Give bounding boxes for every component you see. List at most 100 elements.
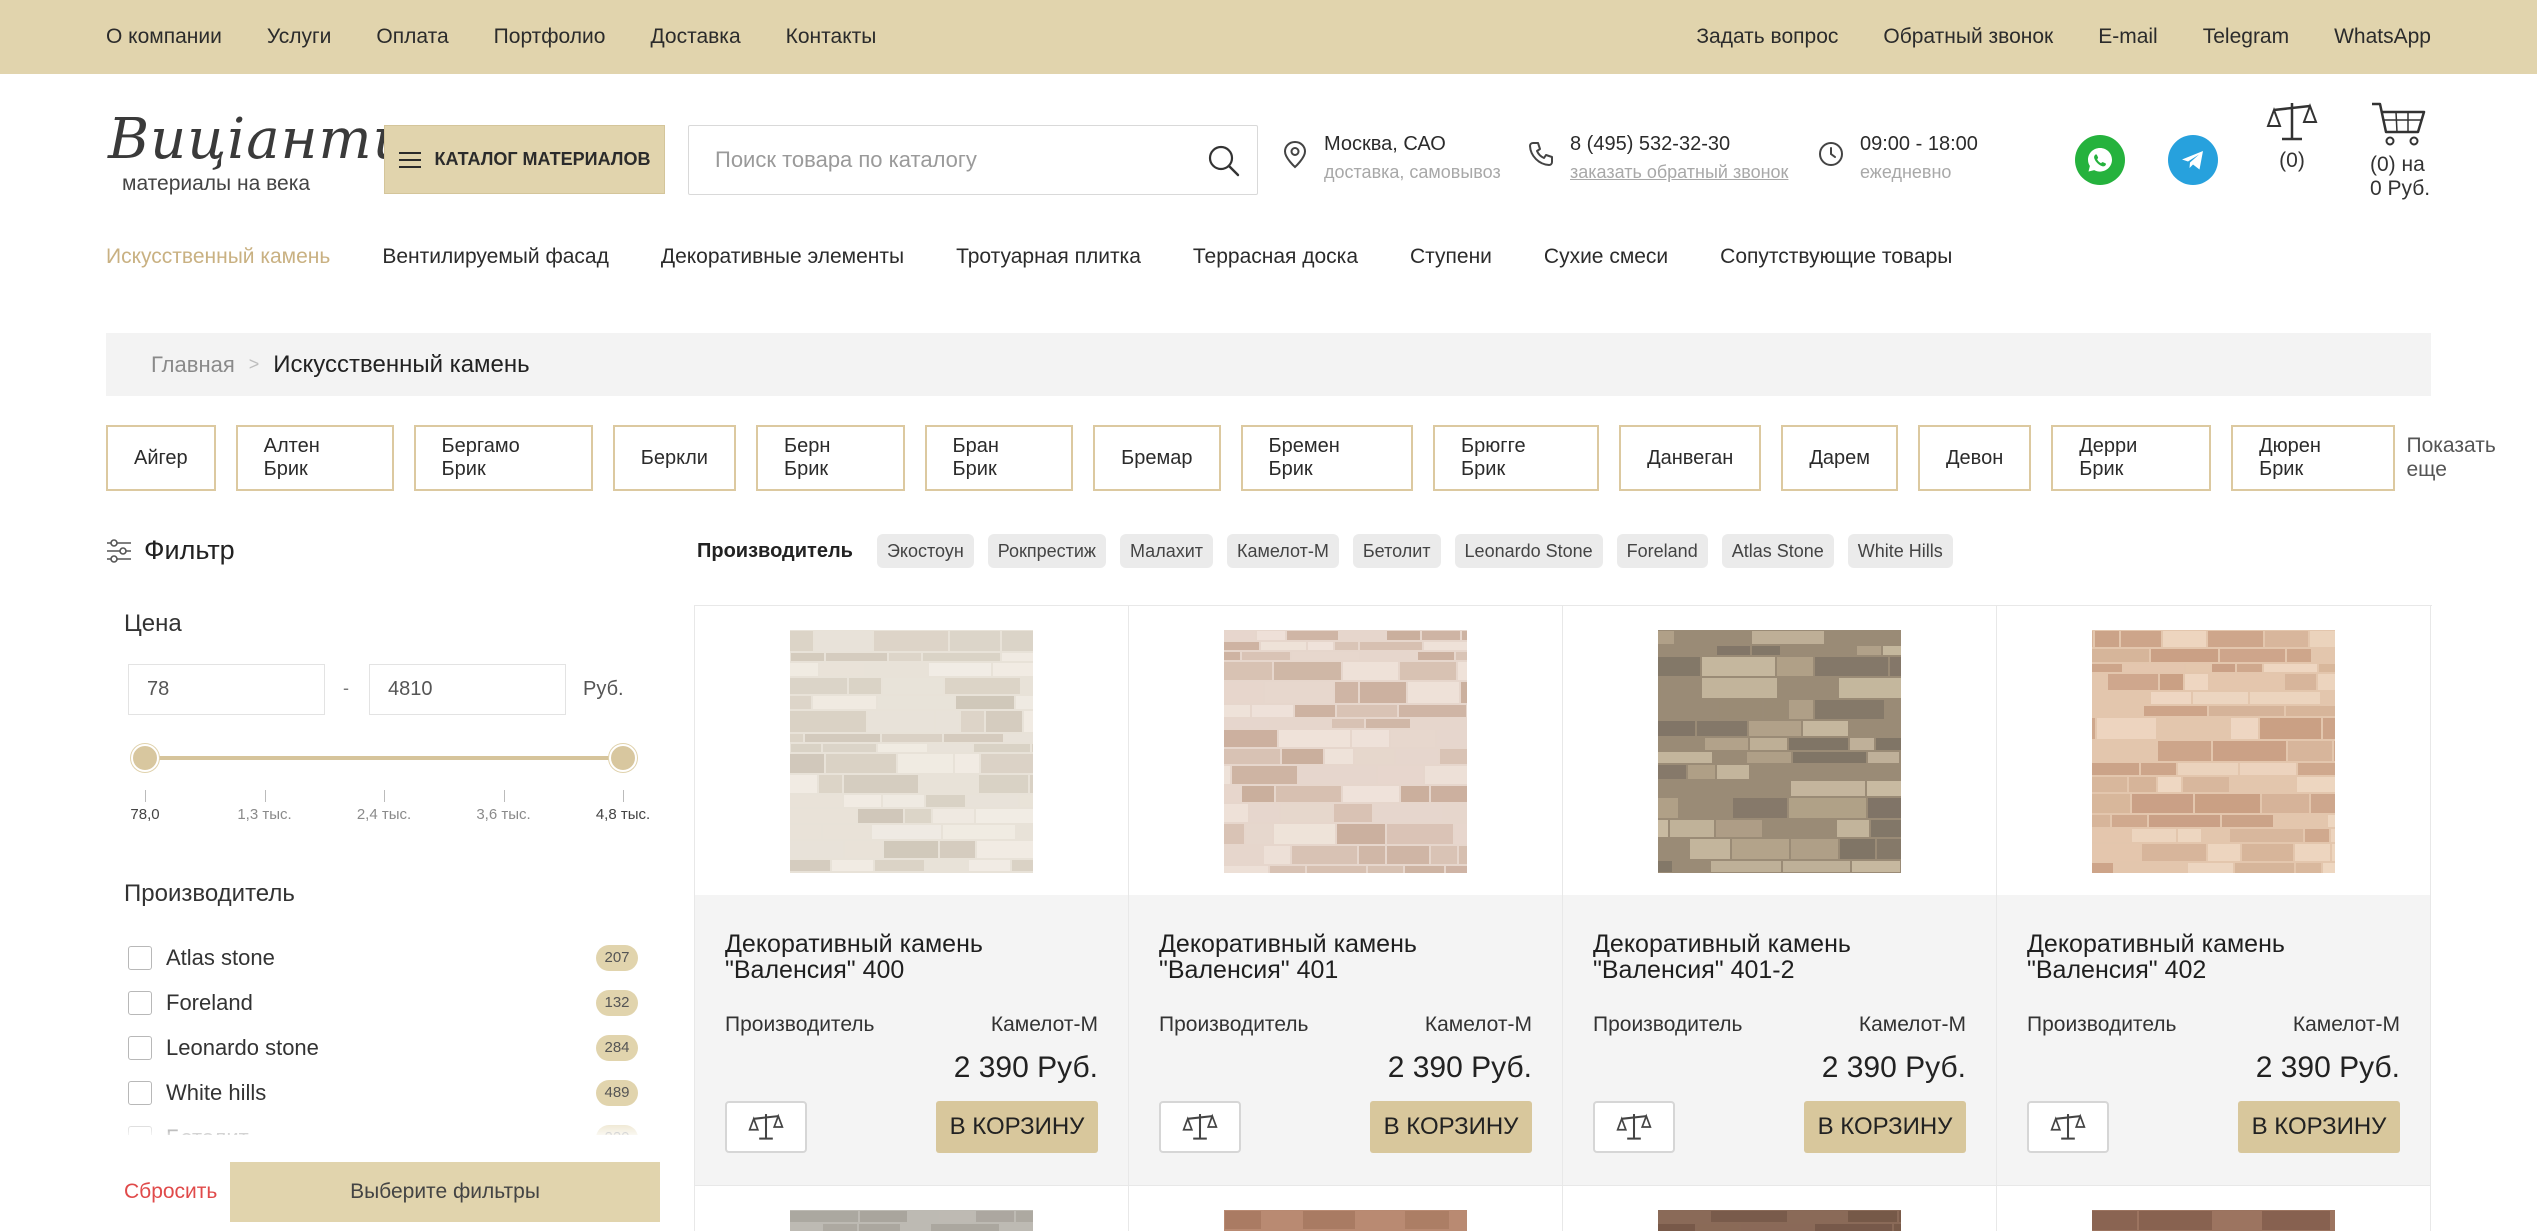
producer-pill[interactable]: Leonardo Stone <box>1454 534 1603 568</box>
catalog-button[interactable]: КАТАЛОГ МАТЕРИАЛОВ <box>384 125 665 194</box>
manufacturer-checkbox[interactable] <box>128 1035 152 1060</box>
producer-pill[interactable]: Малахит <box>1119 534 1214 568</box>
producer-pill[interactable]: Рокпрестиж <box>987 534 1106 568</box>
collection-chip[interactable]: Дюрен Брик <box>2231 425 2395 491</box>
top-link[interactable]: Портфолио <box>494 25 606 49</box>
collection-chip[interactable]: Данвеган <box>1619 425 1762 491</box>
producer-pill[interactable]: Foreland <box>1616 534 1708 568</box>
product-photo[interactable] <box>755 630 1103 886</box>
collection-chip[interactable]: Беркли <box>612 425 736 491</box>
manufacturer-option[interactable]: Leonardo stone 284 <box>128 1025 638 1070</box>
product-photo[interactable] <box>1621 1210 1973 1231</box>
top-link[interactable]: Telegram <box>2203 25 2289 49</box>
price-min-input[interactable] <box>128 664 325 715</box>
add-to-compare-button[interactable] <box>1593 1101 1675 1153</box>
top-link[interactable]: Оплата <box>376 25 448 49</box>
product-card[interactable]: Декоративный камень "Валенсия" 401-2 Прои… <box>1563 606 1997 1186</box>
collection-chip[interactable]: Берн Брик <box>755 425 905 491</box>
product-title[interactable]: Декоративный камень "Валенсия" 400 <box>725 931 1098 983</box>
product-photo[interactable] <box>1224 1210 1518 1231</box>
product-photo[interactable] <box>1187 630 1521 879</box>
collection-chip[interactable]: Брюгге Брик <box>1433 425 1600 491</box>
collection-chip[interactable]: Девон <box>1918 425 2032 491</box>
top-link[interactable]: E-mail <box>2098 25 2158 49</box>
top-link[interactable]: О компании <box>106 25 222 49</box>
product-image-area[interactable] <box>1129 606 1562 895</box>
manufacturer-option[interactable]: Atlas stone 207 <box>128 935 638 980</box>
phone-number[interactable]: 8 (495) 532-32-30 <box>1570 133 1788 156</box>
cart-widget[interactable]: (0) на 0 Руб. <box>2370 100 2440 201</box>
breadcrumb-home[interactable]: Главная <box>151 352 235 378</box>
top-link[interactable]: Контакты <box>786 25 877 49</box>
manufacturer-option[interactable]: White hills 489 <box>128 1070 638 1115</box>
producer-pill[interactable]: Бетолит <box>1352 534 1441 568</box>
collection-chip[interactable]: Бергамо Брик <box>413 425 593 491</box>
category-nav-item[interactable]: Ступени <box>1410 245 1492 269</box>
show-more-link[interactable]: Показать еще <box>2407 434 2537 482</box>
product-photo[interactable] <box>1624 630 1967 873</box>
manufacturer-checkbox[interactable] <box>128 1080 152 1105</box>
category-nav-item[interactable]: Вентилируемый фасад <box>382 245 609 269</box>
collection-chip[interactable]: Алтен Брик <box>235 425 394 491</box>
compare-widget[interactable]: (0) <box>2262 100 2322 173</box>
product-photo[interactable] <box>2064 1210 2386 1231</box>
add-to-compare-button[interactable] <box>2027 1101 2109 1153</box>
category-nav-item[interactable]: Террасная доска <box>1193 245 1358 269</box>
telegram-button[interactable] <box>2168 135 2218 185</box>
price-slider-track[interactable] <box>145 756 623 760</box>
top-link[interactable]: WhatsApp <box>2334 25 2431 49</box>
callback-link[interactable]: заказать обратный звонок <box>1570 162 1788 183</box>
product-image-area[interactable] <box>1997 606 2430 895</box>
manufacturer-option[interactable]: Foreland 132 <box>128 980 638 1025</box>
product-photo[interactable] <box>2054 630 2399 876</box>
category-nav-item[interactable]: Сопутствующие товары <box>1720 245 1952 269</box>
top-link[interactable]: Задать вопрос <box>1696 25 1838 49</box>
price-max-input[interactable] <box>369 664 566 715</box>
reset-filters-link[interactable]: Сбросить <box>124 1180 217 1204</box>
producer-pill[interactable]: Экостоун <box>876 534 974 568</box>
product-card[interactable]: Декоративный камень "Валенсия" 402 Произв… <box>1997 606 2431 1186</box>
search-icon[interactable] <box>1207 144 1241 178</box>
producer-pill[interactable]: White Hills <box>1847 534 1953 568</box>
category-nav-item[interactable]: Тротуарная плитка <box>956 245 1141 269</box>
category-nav-item[interactable]: Искусственный камень <box>106 245 330 269</box>
price-slider-max-handle[interactable] <box>609 744 637 772</box>
collection-chip[interactable]: Дарем <box>1781 425 1898 491</box>
category-nav-item[interactable]: Сухие смеси <box>1544 245 1668 269</box>
producer-pill[interactable]: Atlas Stone <box>1721 534 1834 568</box>
add-to-cart-button[interactable]: В КОРЗИНУ <box>936 1101 1098 1153</box>
price-slider-min-handle[interactable] <box>131 744 159 772</box>
producer-pill[interactable]: Камелот-М <box>1227 534 1339 568</box>
manufacturer-checkbox[interactable] <box>128 945 152 970</box>
collection-chip[interactable]: Бремар <box>1093 425 1221 491</box>
product-title[interactable]: Декоративный камень "Валенсия" 401 <box>1159 931 1532 983</box>
product-card[interactable] <box>1997 1186 2431 1231</box>
collection-chip[interactable]: Айгер <box>106 425 216 491</box>
product-card[interactable]: Декоративный камень "Валенсия" 400 Произв… <box>695 606 1129 1186</box>
product-card[interactable] <box>1563 1186 1997 1231</box>
manufacturer-checkbox[interactable] <box>128 990 152 1015</box>
logo[interactable]: Виціанти материалы на века <box>108 110 409 196</box>
top-link[interactable]: Доставка <box>650 25 740 49</box>
product-card[interactable] <box>695 1186 1129 1231</box>
product-image-area[interactable] <box>695 606 1128 895</box>
add-to-compare-button[interactable] <box>725 1101 807 1153</box>
collection-chip[interactable]: Дерри Брик <box>2051 425 2212 491</box>
add-to-cart-button[interactable]: В КОРЗИНУ <box>1804 1101 1966 1153</box>
product-title[interactable]: Декоративный камень "Валенсия" 402 <box>2027 931 2400 983</box>
product-photo[interactable] <box>783 1210 1075 1231</box>
top-link[interactable]: Услуги <box>267 25 332 49</box>
whatsapp-button[interactable] <box>2075 135 2125 185</box>
search-input[interactable] <box>689 126 1189 194</box>
add-to-compare-button[interactable] <box>1159 1101 1241 1153</box>
add-to-cart-button[interactable]: В КОРЗИНУ <box>1370 1101 1532 1153</box>
collection-chip[interactable]: Бран Брик <box>924 425 1074 491</box>
product-image-area[interactable] <box>1563 606 1996 895</box>
add-to-cart-button[interactable]: В КОРЗИНУ <box>2238 1101 2400 1153</box>
product-title[interactable]: Декоративный камень "Валенсия" 401-2 <box>1593 931 1966 983</box>
category-nav-item[interactable]: Декоративные элементы <box>661 245 904 269</box>
product-card[interactable] <box>1129 1186 1563 1231</box>
apply-filters-button[interactable]: Выберите фильтры <box>230 1162 660 1222</box>
product-card[interactable]: Декоративный камень "Валенсия" 401 Произв… <box>1129 606 1563 1186</box>
collection-chip[interactable]: Бремен Брик <box>1240 425 1414 491</box>
